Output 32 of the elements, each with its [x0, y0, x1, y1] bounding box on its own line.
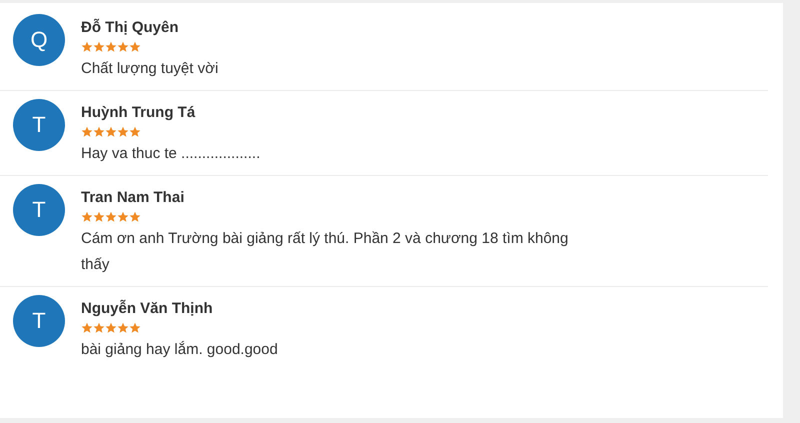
- avatar: T: [13, 295, 65, 347]
- star-icon: [93, 322, 105, 334]
- reviewer-name: Tran Nam Thai: [81, 189, 186, 207]
- reviewer-name: Huỳnh Trung Tá: [81, 104, 196, 122]
- review-comment: Cám ơn anh Trường bài giảng rất lý thú. Phần 2 và chương 18 tìm không thấy: [81, 229, 570, 275]
- star-icon: [105, 322, 117, 334]
- avatar: Q: [13, 14, 65, 66]
- star-icon: [93, 41, 105, 53]
- star-icon: [81, 211, 93, 223]
- avatar: T: [13, 99, 65, 151]
- star-icon: [117, 211, 129, 223]
- star-icon: [129, 41, 141, 53]
- star-icon: [105, 126, 117, 138]
- star-icon: [117, 126, 129, 138]
- star-icon: [105, 211, 117, 223]
- avatar: T: [13, 184, 65, 236]
- star-icon: [81, 322, 93, 334]
- review-comment: Chất lượng tuyệt vời: [81, 59, 218, 79]
- star-icon: [93, 211, 105, 223]
- star-icon: [117, 41, 129, 53]
- reviewer-name: Nguyễn Văn Thịnh: [81, 300, 214, 318]
- star-icon: [81, 41, 93, 53]
- review-comment: Hay va thuc te ...................: [81, 144, 260, 164]
- star-icon: [105, 41, 117, 53]
- star-icon: [129, 322, 141, 334]
- reviewer-name: Đỗ Thị Quyên: [81, 19, 180, 37]
- star-icon: [129, 211, 141, 223]
- star-icon: [93, 126, 105, 138]
- star-icon: [81, 126, 93, 138]
- star-icon: [117, 322, 129, 334]
- review-comment: bài giảng hay lắm. good.good: [81, 340, 278, 360]
- star-icon: [129, 126, 141, 138]
